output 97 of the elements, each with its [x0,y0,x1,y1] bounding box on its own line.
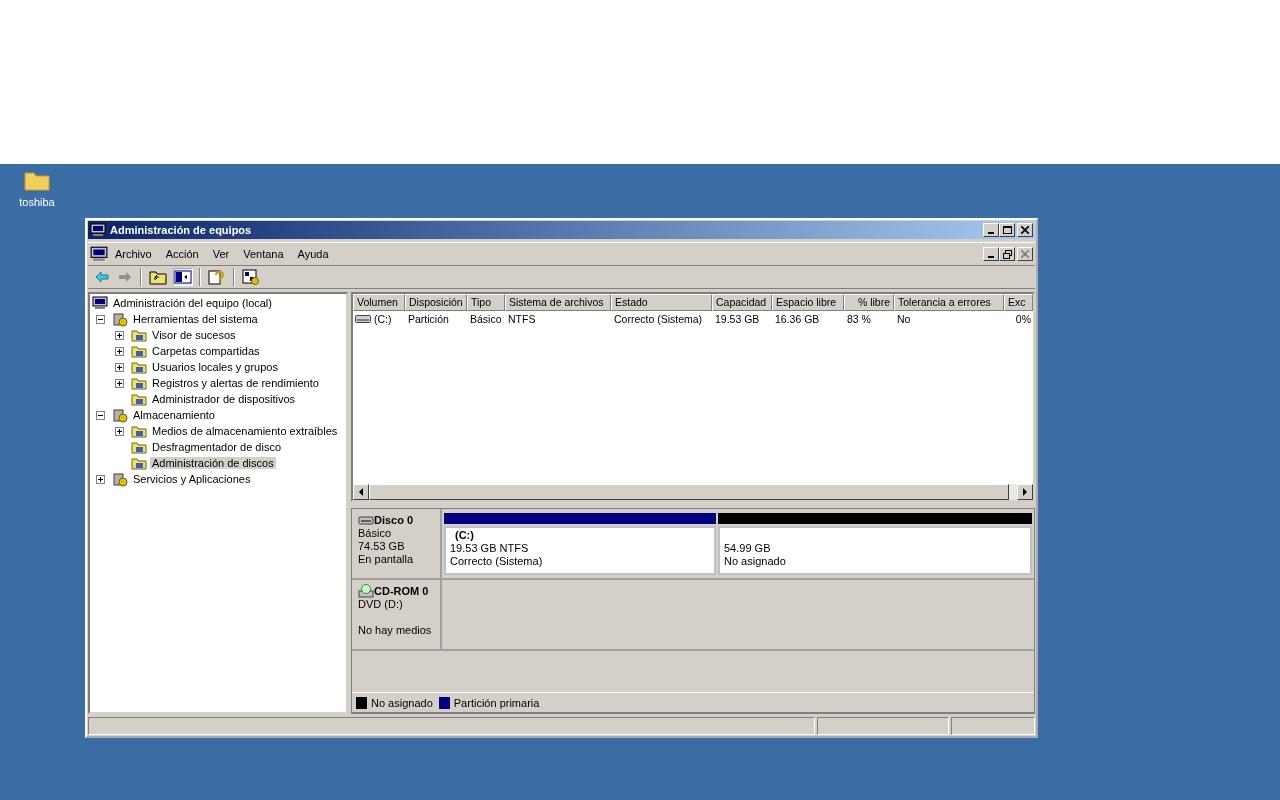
column-header[interactable]: Estado [611,294,712,311]
expander-icon[interactable] [96,474,105,484]
gear-tools-icon [112,407,128,423]
column-header[interactable]: % libre [844,294,894,311]
tree-item[interactable]: Herramientas del sistema [131,313,260,325]
disk-name: CD-ROM 0 [374,585,429,597]
table-cell: NTFS [508,313,536,325]
column-header[interactable]: Disposición [405,294,467,311]
expander-icon[interactable] [96,314,105,324]
menu-item[interactable]: Ver [205,248,237,260]
folder-icon [131,455,147,471]
help-icon[interactable] [208,269,226,285]
maximize-button[interactable] [999,223,1015,237]
menu-item[interactable]: Acción [158,248,206,260]
drive-icon [355,314,371,324]
tree-item[interactable]: Servicios y Aplicaciones [131,473,253,485]
cd-drive-icon [358,584,374,598]
column-header[interactable]: Espacio libre [772,294,844,311]
tree-item[interactable]: Carpetas compartidas [150,345,262,357]
table-cell: 83 % [847,313,871,325]
gear-tools-icon [112,311,128,327]
folder-icon [131,343,147,359]
partition-size: 54.99 GB [724,542,771,554]
disk-info: No hay medios [358,624,432,636]
folder-icon [131,375,147,391]
legend-label: Partición primaria [453,696,540,709]
table-cell: 19.53 GB [715,313,760,325]
expander-icon[interactable] [115,346,124,356]
folder-up-icon[interactable] [149,269,167,285]
table-cell: Correcto (Sistema) [614,313,703,325]
disk-label-panel[interactable]: Disco 0 Básico 74.53 GB En pantalla [352,509,442,578]
computer-icon [92,296,108,310]
column-header[interactable]: Tipo [467,294,505,311]
column-header[interactable]: Tolerancia a errores [894,294,1004,311]
restore-button[interactable] [999,247,1015,261]
tree-item[interactable]: Medios de almacenamiento extraíbles [150,425,340,437]
tree-item[interactable]: Administración del equipo (local) [111,297,274,309]
close-button[interactable] [1017,223,1033,237]
partition-status: Correcto (Sistema) [450,555,543,567]
menu-item[interactable]: Ayuda [290,248,336,260]
disk-info: Básico [358,527,392,539]
close-icon [1021,226,1029,234]
partition-size: 19.53 GB NTFS [450,542,529,554]
tree-item[interactable]: Almacenamiento [131,409,217,421]
table-cell: Partición [408,313,449,325]
tree-item[interactable]: Registros y alertas de rendimiento [150,377,321,389]
maximize-icon [1002,226,1012,234]
panel-toggle-icon[interactable] [174,269,192,285]
right-arrow-icon[interactable] [1022,488,1028,496]
tree-item[interactable]: Administración de discos [150,457,276,469]
folder-icon [131,423,147,439]
expander-icon[interactable] [115,426,124,436]
tree-item[interactable]: Visor de sucesos [150,329,238,341]
back-arrow-icon[interactable] [94,269,110,285]
properties-icon[interactable] [242,269,260,285]
menu-item[interactable]: Ventana [236,248,291,260]
disk-info: DVD (D:) [358,598,403,610]
desktop-icon-label[interactable]: toshiba [19,196,55,208]
close-button[interactable] [1017,247,1033,261]
disk-info: 74.53 GB [358,540,405,552]
disk-name: Disco 0 [374,514,414,526]
disk-label-panel[interactable]: CD-ROM 0 DVD (D:) No hay medios [352,580,442,649]
tree-item[interactable]: Administrador de dispositivos [150,393,298,405]
expander-icon[interactable] [115,362,124,372]
expander-icon[interactable] [96,410,105,420]
minimize-button[interactable] [983,223,999,237]
gear-tools-icon [112,471,128,487]
restore-icon [1002,249,1012,259]
computer-icon [90,246,108,262]
column-header[interactable]: Sistema de archivos [505,294,611,311]
tree-item[interactable]: Usuarios locales y grupos [150,361,280,373]
folder-icon [131,359,147,375]
computer-icon [90,223,106,237]
left-arrow-icon[interactable] [358,488,364,496]
column-header[interactable]: Capacidad [712,294,772,311]
expander-icon[interactable] [115,330,124,340]
window-title: Administración de equipos [110,224,253,236]
close-icon [1021,250,1029,258]
horizontal-scrollbar[interactable] [353,484,1033,500]
column-header[interactable]: Volumen [353,294,405,311]
table-cell: Básico [470,313,502,325]
expander-icon[interactable] [115,378,124,388]
folder-icon [131,439,147,455]
table-cell: (C:) [374,313,392,325]
column-header[interactable]: Exc [1004,294,1033,311]
partition-status: No asignado [724,555,786,567]
folder-icon [131,327,147,343]
table-cell: 0% [1015,313,1031,325]
menu-item[interactable]: Archivo [108,248,159,260]
table-cell: 16.36 GB [775,313,820,325]
tree-item[interactable]: Desfragmentador de disco [150,441,283,453]
folder-icon [131,391,147,407]
legend-label: No asignado [371,696,433,709]
disk-info: En pantalla [358,553,414,565]
minimize-button[interactable] [983,247,999,261]
partition-name: (C:) [454,529,474,541]
table-cell: No [897,313,911,325]
